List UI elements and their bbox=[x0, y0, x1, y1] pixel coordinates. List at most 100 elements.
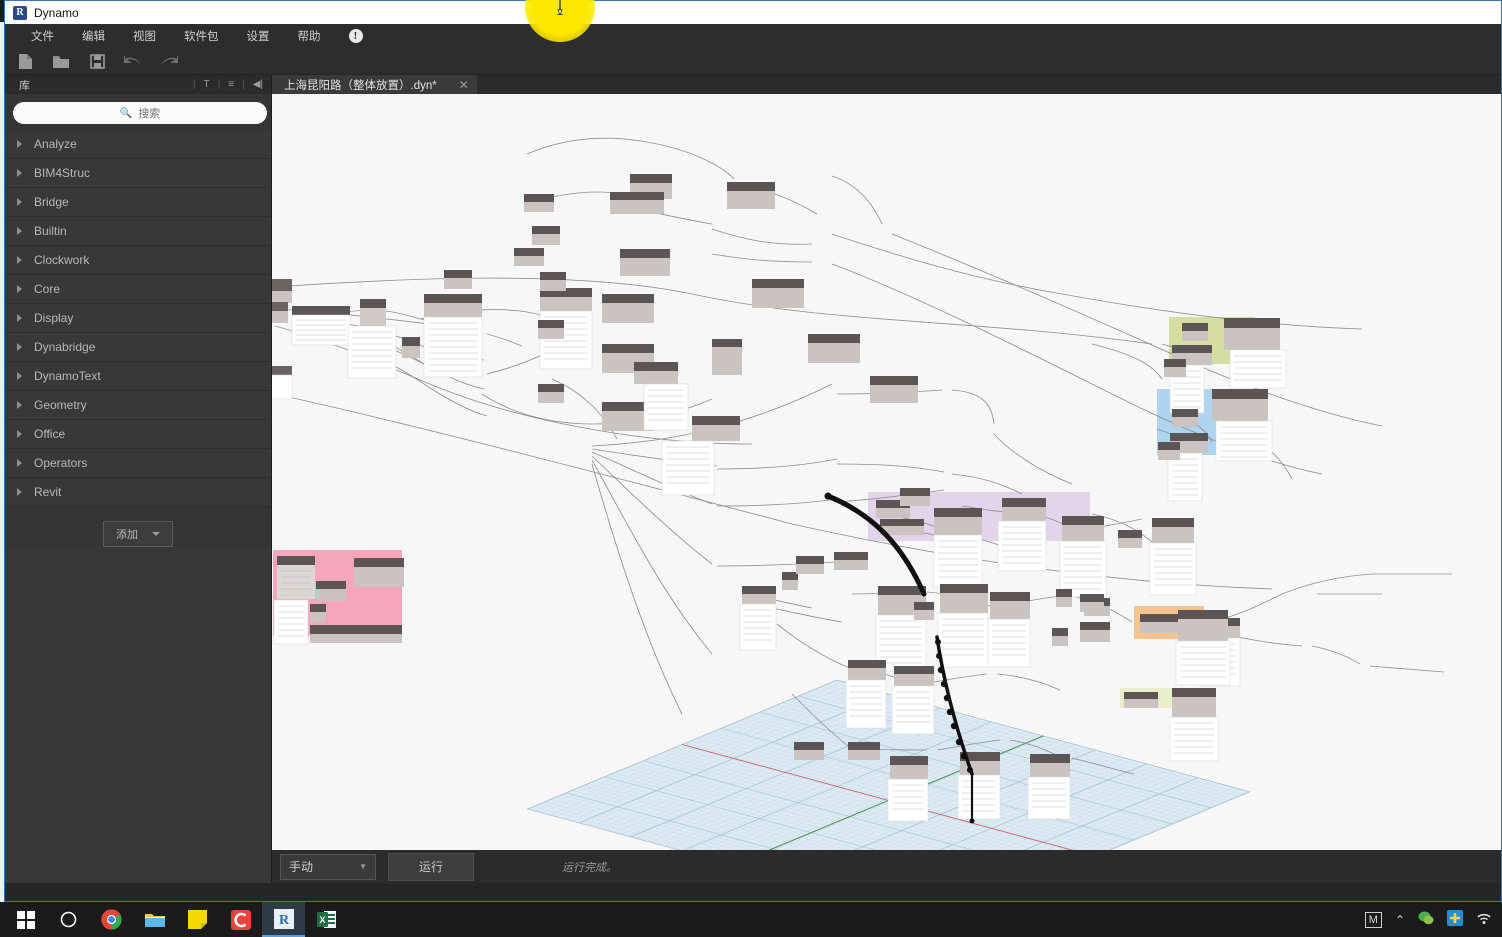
library-title: 库 bbox=[19, 79, 30, 92]
node bbox=[310, 625, 402, 643]
library-header-icons: | T | ≡ | ◀| bbox=[189, 79, 267, 90]
menu-edit[interactable]: 编辑 bbox=[68, 25, 119, 47]
alert-icon[interactable]: ! bbox=[348, 29, 363, 43]
node bbox=[891, 666, 935, 735]
node bbox=[1056, 589, 1072, 607]
menu-packages[interactable]: 软件包 bbox=[170, 25, 233, 47]
library-item-analyze[interactable]: Analyze bbox=[5, 130, 271, 159]
node bbox=[848, 742, 880, 760]
node bbox=[834, 552, 868, 570]
node bbox=[1164, 359, 1186, 377]
sticky-notes-icon[interactable] bbox=[176, 902, 219, 937]
dynamo-logo-icon: R bbox=[13, 5, 27, 20]
add-button[interactable]: 添加 bbox=[103, 521, 173, 547]
workspace-tab-bar: 上海昆阳路（整体放置）.dyn* ✕ bbox=[272, 75, 1501, 94]
file-explorer-icon[interactable] bbox=[133, 902, 176, 937]
menu-bar: 文件 编辑 视图 软件包 设置 帮助 ! bbox=[5, 24, 1501, 48]
node bbox=[997, 498, 1047, 572]
wifi-icon[interactable] bbox=[1476, 911, 1492, 928]
node bbox=[987, 592, 1031, 668]
library-panel: 库 | T | ≡ | ◀| 🔍 搜索 Analyze BIM4Struc Br… bbox=[5, 75, 272, 883]
menu-view[interactable]: 视图 bbox=[119, 25, 170, 47]
library-item-bridge[interactable]: Bridge bbox=[5, 188, 271, 217]
node bbox=[957, 752, 1001, 820]
node bbox=[914, 602, 934, 620]
excel-icon[interactable]: X bbox=[305, 902, 348, 937]
library-item-core[interactable]: Core bbox=[5, 275, 271, 304]
security-icon[interactable] bbox=[1447, 910, 1463, 929]
windows-start-icon[interactable] bbox=[4, 902, 47, 937]
chevron-down-icon bbox=[152, 532, 160, 536]
chrome-icon[interactable] bbox=[90, 902, 133, 937]
library-item-operators[interactable]: Operators bbox=[5, 449, 271, 478]
wechat-icon[interactable] bbox=[1418, 910, 1434, 929]
ime-indicator[interactable]: M bbox=[1364, 911, 1382, 928]
main-body: 库 | T | ≡ | ◀| 🔍 搜索 Analyze BIM4Struc Br… bbox=[5, 75, 1501, 883]
library-item-label: Dynabridge bbox=[34, 340, 96, 354]
node bbox=[752, 279, 804, 308]
open-file-icon[interactable] bbox=[51, 51, 71, 71]
library-item-label: Office bbox=[34, 427, 66, 441]
chevron-right-icon bbox=[17, 140, 22, 148]
run-button-label: 运行 bbox=[418, 860, 443, 874]
add-button-label: 添加 bbox=[116, 529, 138, 541]
node bbox=[727, 182, 775, 209]
library-item-bim4struc[interactable]: BIM4Struc bbox=[5, 159, 271, 188]
library-item-dynamotext[interactable]: DynamoText bbox=[5, 362, 271, 391]
node bbox=[712, 339, 742, 375]
node bbox=[514, 248, 544, 266]
workspace-area: 上海昆阳路（整体放置）.dyn* ✕ 手动 ▼ 运行 运行完成。 bbox=[272, 75, 1501, 883]
workspace-tab[interactable]: 上海昆阳路（整体放置）.dyn* ✕ bbox=[272, 75, 477, 94]
chevron-right-icon bbox=[17, 401, 22, 409]
revit-dynamo-icon[interactable]: R bbox=[262, 902, 305, 937]
node bbox=[532, 226, 560, 245]
node bbox=[794, 742, 824, 760]
library-collapse-icon[interactable]: ◀| bbox=[249, 79, 267, 90]
library-item-display[interactable]: Display bbox=[5, 304, 271, 333]
library-item-office[interactable]: Office bbox=[5, 420, 271, 449]
search-icon: 🔍 bbox=[119, 107, 133, 119]
library-item-clockwork[interactable]: Clockwork bbox=[5, 246, 271, 275]
cad-icon[interactable] bbox=[219, 902, 262, 937]
library-item-label: Analyze bbox=[34, 137, 77, 151]
library-list-icon[interactable]: ≡ bbox=[224, 79, 238, 90]
taskbar-apps: R X bbox=[0, 902, 348, 937]
search-input[interactable]: 🔍 搜索 bbox=[13, 102, 267, 124]
node bbox=[316, 581, 346, 601]
undo-icon[interactable] bbox=[123, 51, 143, 71]
library-header: 库 | T | ≡ | ◀| bbox=[5, 75, 271, 94]
close-icon[interactable]: ✕ bbox=[459, 79, 469, 91]
library-item-label: DynamoText bbox=[34, 369, 101, 383]
menu-settings[interactable]: 设置 bbox=[233, 25, 284, 47]
library-item-dynabridge[interactable]: Dynabridge bbox=[5, 333, 271, 362]
graph-canvas[interactable] bbox=[272, 94, 1501, 850]
library-filter-icon[interactable]: T bbox=[200, 79, 214, 90]
run-button[interactable]: 运行 bbox=[388, 852, 474, 881]
menu-file[interactable]: 文件 bbox=[17, 25, 68, 47]
node bbox=[739, 586, 777, 651]
chevron-up-icon[interactable]: ⌃ bbox=[1395, 913, 1405, 927]
chevron-down-icon: ▼ bbox=[359, 862, 367, 871]
node bbox=[272, 279, 292, 303]
library-item-label: Clockwork bbox=[34, 253, 90, 267]
library-item-label: Display bbox=[34, 311, 74, 325]
menu-help[interactable]: 帮助 bbox=[284, 25, 335, 47]
library-item-revit[interactable]: Revit bbox=[5, 478, 271, 507]
library-item-label: Core bbox=[34, 282, 61, 296]
library-item-label: Operators bbox=[34, 456, 88, 470]
redo-icon[interactable] bbox=[159, 51, 179, 71]
run-mode-select[interactable]: 手动 ▼ bbox=[280, 853, 376, 880]
library-item-geometry[interactable]: Geometry bbox=[5, 391, 271, 420]
workspace-tab-label: 上海昆阳路（整体放置）.dyn* bbox=[284, 79, 437, 92]
library-item-builtin[interactable]: Builtin bbox=[5, 217, 271, 246]
node bbox=[1224, 318, 1287, 389]
node bbox=[277, 556, 315, 599]
save-file-icon[interactable] bbox=[87, 51, 107, 71]
chevron-right-icon bbox=[17, 227, 22, 235]
library-sep-3: | bbox=[242, 79, 245, 90]
node bbox=[933, 508, 983, 588]
library-search-wrap: 🔍 搜索 bbox=[5, 94, 271, 130]
new-file-icon[interactable] bbox=[15, 51, 35, 71]
cortana-search-icon[interactable] bbox=[47, 902, 90, 937]
svg-text:R: R bbox=[278, 913, 289, 928]
